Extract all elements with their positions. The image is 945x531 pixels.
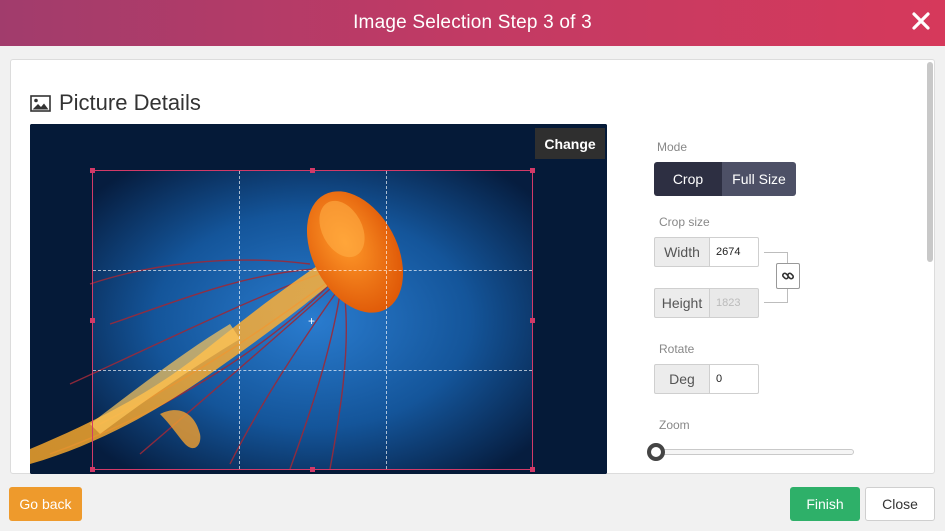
rotate-label: Rotate (659, 342, 695, 356)
crop-size-label: Crop size (659, 215, 710, 229)
crop-handle-top-left[interactable] (90, 168, 95, 173)
dialog-title: Image Selection Step 3 of 3 (353, 12, 592, 33)
close-icon[interactable] (909, 9, 933, 33)
mode-toggle: Crop Full Size (654, 162, 796, 196)
zoom-slider-track[interactable] (655, 449, 854, 455)
mode-crop-button[interactable]: Crop (654, 162, 722, 196)
rotate-field: Deg (654, 364, 759, 394)
crop-grid-line (386, 171, 387, 469)
crop-handle-top-right[interactable] (530, 168, 535, 173)
crop-grid-line (239, 171, 240, 469)
height-input (709, 288, 759, 318)
go-back-button[interactable]: Go back (9, 487, 82, 521)
height-field: Height (654, 288, 759, 318)
change-image-button[interactable]: Change (535, 128, 605, 159)
scrollbar-thumb[interactable] (927, 62, 933, 262)
section-header: Picture Details (30, 90, 201, 116)
section-title: Picture Details (59, 90, 201, 115)
crop-center-icon: + (308, 314, 316, 328)
image-preview[interactable]: + Change (30, 124, 607, 474)
finish-button[interactable]: Finish (790, 487, 860, 521)
image-icon (30, 94, 51, 112)
mode-fullsize-button[interactable]: Full Size (722, 162, 796, 196)
zoom-label: Zoom (659, 418, 690, 432)
zoom-slider-thumb[interactable] (647, 443, 665, 461)
crop-selection[interactable]: + (90, 168, 535, 472)
close-button[interactable]: Close (865, 487, 935, 521)
link-icon[interactable] (776, 263, 800, 289)
deg-label: Deg (654, 364, 709, 394)
scrollbar[interactable] (926, 60, 935, 473)
deg-input[interactable] (709, 364, 759, 394)
height-label: Height (654, 288, 709, 318)
mode-label: Mode (657, 140, 688, 154)
crop-handle-left[interactable] (90, 318, 95, 323)
crop-handle-bottom-left[interactable] (90, 467, 95, 472)
crop-grid-line (93, 370, 532, 371)
crop-handle-bottom-right[interactable] (530, 467, 535, 472)
crop-grid-line (93, 270, 532, 271)
dialog-header: Image Selection Step 3 of 3 (0, 0, 945, 46)
crop-handle-bottom[interactable] (310, 467, 315, 472)
width-field: Width (654, 237, 759, 267)
width-label: Width (654, 237, 709, 267)
crop-handle-right[interactable] (530, 318, 535, 323)
crop-handle-top[interactable] (310, 168, 315, 173)
width-input[interactable] (709, 237, 759, 267)
